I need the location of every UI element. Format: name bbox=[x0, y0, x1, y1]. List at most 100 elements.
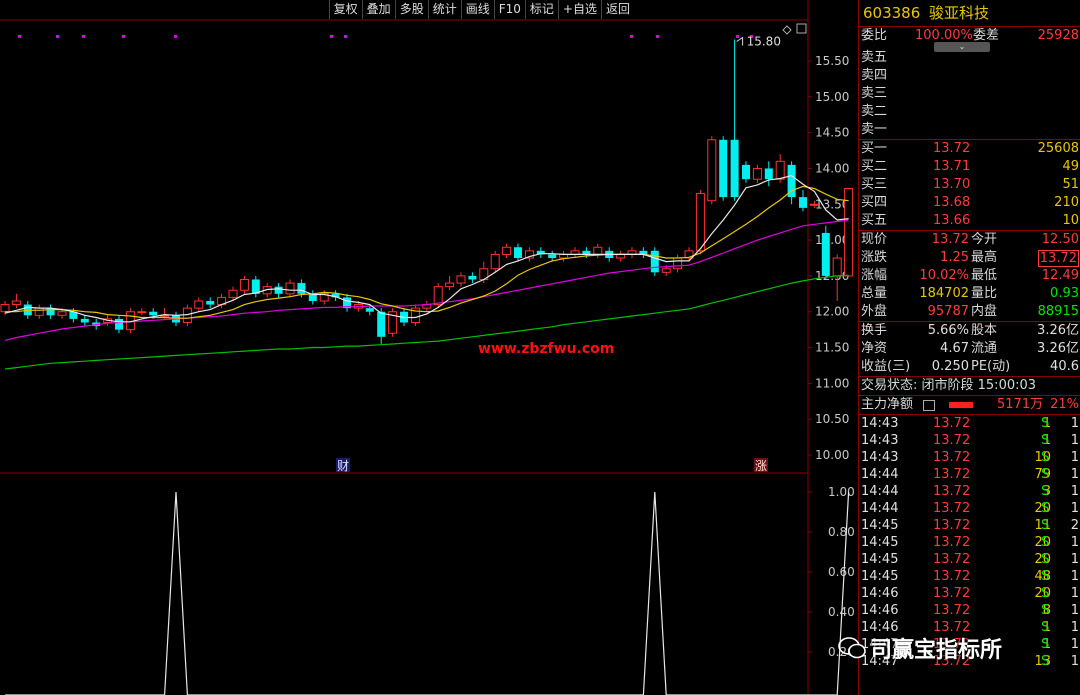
tick-time: 14:44 bbox=[861, 501, 899, 516]
candle-body bbox=[502, 246, 512, 255]
sell-label: 卖四 bbox=[861, 68, 888, 83]
candle-body bbox=[11, 300, 21, 306]
toolbar-button-5[interactable]: F10 bbox=[493, 0, 525, 19]
cai-marker[interactable]: 财 bbox=[337, 459, 349, 473]
buy-row: 买二 13.71 49 bbox=[859, 158, 1080, 176]
tick-time: 14:45 bbox=[861, 569, 899, 584]
toolbar-button-4[interactable]: 画线 bbox=[460, 0, 494, 19]
kline-chart[interactable]: 15.5015.0014.5014.0013.5013.0012.5012.00… bbox=[0, 0, 857, 695]
tick-time: 14:45 bbox=[861, 535, 899, 550]
stat-value: 95787 bbox=[927, 304, 969, 319]
main-net-row: 主力净额 5171万 21% bbox=[859, 395, 1080, 414]
toolbar-button-6[interactable]: 标记 bbox=[524, 0, 558, 19]
buy-volume: 51 bbox=[1062, 177, 1079, 192]
quote-panel: 603386 骏亚科技 委比 100.00% 委差 25928 ⌄ 卖五 卖四 卖三… bbox=[858, 0, 1080, 695]
tick-row: 14:43 13.72 10 S 1 bbox=[859, 449, 1080, 466]
tick-count: 1 bbox=[1070, 416, 1079, 431]
candle-body bbox=[799, 197, 807, 208]
tick-time: 14:43 bbox=[861, 450, 899, 465]
candle-body bbox=[832, 257, 842, 277]
toolbar-button-3[interactable]: 统计 bbox=[427, 0, 461, 19]
tick-price: 13.72 bbox=[933, 416, 971, 431]
stat-value: 40.6 bbox=[1050, 359, 1079, 374]
tick-side: S bbox=[1041, 552, 1050, 567]
zhang-marker[interactable]: 涨 bbox=[755, 458, 767, 473]
buy-volume: 25608 bbox=[1037, 141, 1079, 156]
stat-value: 13.72 bbox=[1037, 250, 1079, 267]
trade-status: 交易状态: 闭市阶段 15:00:03 bbox=[861, 378, 1037, 393]
tick-price: 13.72 bbox=[933, 467, 971, 482]
candle-body bbox=[764, 168, 773, 180]
sub-y-tick-label: 1.00 bbox=[828, 485, 855, 499]
tick-price: 13.72 bbox=[933, 535, 971, 550]
buy-volume: 10 bbox=[1062, 213, 1079, 228]
candle-body bbox=[149, 311, 158, 316]
main-net-menu-icon[interactable] bbox=[923, 400, 935, 411]
toolbar-button-7[interactable]: +自选 bbox=[557, 0, 601, 19]
candle-body bbox=[445, 282, 455, 288]
candle-body bbox=[707, 139, 717, 202]
stat-value: 88915 bbox=[1037, 304, 1079, 319]
tick-count: 2 bbox=[1070, 518, 1079, 533]
tick-time: 14:44 bbox=[861, 484, 899, 499]
tick-row: 14:44 13.72 20 S 1 bbox=[859, 500, 1080, 517]
tick-side: S bbox=[1041, 654, 1050, 669]
signal-dot bbox=[656, 35, 659, 38]
tick-price: 13.72 bbox=[933, 603, 971, 618]
tick-count: 1 bbox=[1070, 484, 1079, 499]
stat-value: 3.26亿 bbox=[1037, 341, 1079, 356]
y-tick-label: 10.50 bbox=[815, 412, 849, 426]
diamond-icon[interactable] bbox=[782, 25, 792, 35]
tick-time: 14:44 bbox=[861, 467, 899, 482]
stat-label: 最低 bbox=[971, 268, 998, 283]
tick-price: 13.72 bbox=[933, 450, 971, 465]
main-net-bar bbox=[949, 402, 973, 408]
candle-body bbox=[285, 282, 295, 295]
signal-dot bbox=[344, 35, 347, 38]
tick-count: 1 bbox=[1070, 467, 1079, 482]
y-tick-label: 11.50 bbox=[815, 341, 849, 355]
tick-time: 14:46 bbox=[861, 603, 899, 618]
tick-price: 13.72 bbox=[933, 586, 971, 601]
brand-watermark-text: 司赢宝指标所 bbox=[870, 638, 1003, 663]
toolbar-button-8[interactable]: 返回 bbox=[600, 0, 634, 19]
sell-row: 卖三 bbox=[859, 85, 1080, 103]
stat-label: 今开 bbox=[971, 232, 998, 247]
toolbar-button-2[interactable]: 多股 bbox=[394, 0, 428, 19]
tick-price: 13.72 bbox=[933, 518, 971, 533]
tick-price: 13.72 bbox=[933, 569, 971, 584]
candle-body bbox=[548, 254, 557, 258]
tick-count: 1 bbox=[1070, 586, 1079, 601]
tick-row: 14:43 13.72 1 S 1 bbox=[859, 415, 1080, 432]
tick-time: 14:43 bbox=[861, 416, 899, 431]
candle-body bbox=[206, 300, 215, 305]
candle-body bbox=[239, 278, 249, 291]
tick-side: S bbox=[1041, 569, 1050, 584]
stat-value: 4.67 bbox=[940, 341, 969, 356]
sell-label: 卖五 bbox=[861, 50, 888, 65]
tick-count: 1 bbox=[1070, 569, 1079, 584]
main-net-value: 5171万 bbox=[997, 397, 1044, 412]
toolbar-button-0[interactable]: 复权 bbox=[328, 0, 362, 19]
high-marker-icon bbox=[736, 36, 744, 46]
signal-dot bbox=[174, 35, 177, 38]
stock-header: 603386 骏亚科技 bbox=[859, 0, 1080, 26]
stat-label: 收益(三) bbox=[861, 359, 911, 374]
stat-row: 收益(三) 0.250 PE(动) 40.6 bbox=[859, 358, 1080, 376]
candle-body bbox=[80, 318, 89, 323]
buy-price: 13.68 bbox=[933, 195, 971, 210]
stat-value: 13.72 bbox=[931, 232, 969, 247]
sub-y-tick-label: 0.60 bbox=[828, 565, 855, 579]
candle-body bbox=[115, 318, 123, 330]
chart-panel[interactable]: 15.50 15.00 14.50 14.00 13.50 13.00 12.50 12.00… bbox=[0, 0, 857, 695]
stat-label: 现价 bbox=[861, 232, 888, 247]
candle-body bbox=[673, 257, 683, 270]
candle-body bbox=[742, 164, 750, 180]
panel-toggle-icon[interactable] bbox=[796, 23, 807, 34]
stat-label: 最高 bbox=[971, 250, 998, 265]
stat-row: 净资 4.67 流通 3.26亿 bbox=[859, 340, 1080, 358]
sell-orders: 卖五 卖四 卖三 卖二 卖一 bbox=[859, 49, 1080, 139]
buy-label: 买五 bbox=[861, 213, 888, 228]
candle-body bbox=[661, 268, 671, 273]
toolbar-button-1[interactable]: 叠加 bbox=[361, 0, 395, 19]
